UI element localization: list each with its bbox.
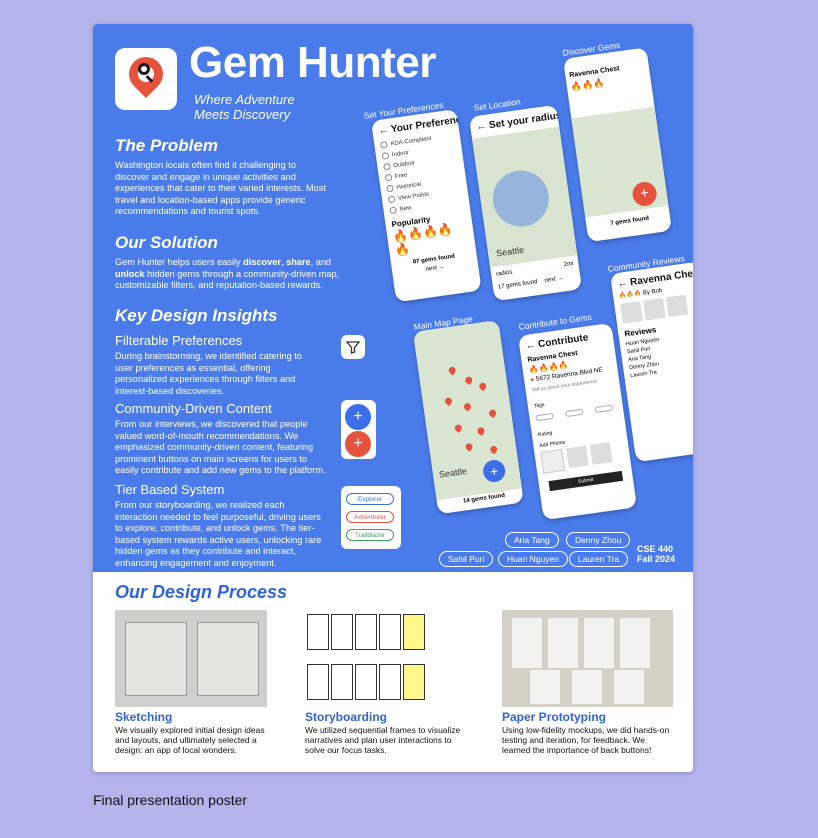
insight-body-filterable: During brainstorming, we identified cate… [115,351,302,396]
poster-header-panel: Gem Hunter Where Adventure Meets Discove… [93,24,693,572]
team-member: Aria Tang [505,532,559,548]
app-logo [115,48,177,110]
insight-title-community: Community-Driven Content [115,401,272,416]
paper-prototype-photo [502,610,673,707]
add-buttons-tile: + + [341,400,376,459]
team-member: Sahil Puri [439,551,494,567]
tier-badges-tile: Explorer Adventurer Trailblazer [341,486,401,549]
screen-main-map: Seattle + 14 gems found [413,320,524,515]
app-title: Gem Hunter [189,38,436,87]
storyboard-photo [305,610,433,707]
add-red-icon: + [345,431,371,457]
team-member: Huan Nguyen [498,551,568,567]
add-blue-icon: + [345,404,371,430]
problem-body: Washington locals often find it challeng… [115,160,326,216]
insight-body-community: From our interviews, we discovered that … [115,419,326,475]
insight-title-filterable: Filterable Preferences [115,333,243,348]
submit-button: Submit [548,470,624,492]
tier-trailblazer-badge: Trailblazer [346,529,394,541]
add-gem-icon: + [481,458,507,484]
next-button: next → [544,275,564,285]
poster-caption: Final presentation poster [93,792,248,808]
tier-explorer-badge: Explorer [346,493,394,505]
process-step-body: We utilized sequential frames to visuali… [305,725,461,755]
screen-discover: Ravenna Chest 🔥🔥🔥 + 7 gems found [563,47,672,243]
process-step-title: Paper Prototyping [502,710,607,724]
course-info: CSE 440 Fall 2024 [637,544,676,564]
filter-icon [345,341,361,354]
team-member: Lauren Tra [569,551,629,567]
process-step-body: We visually explored initial design idea… [115,725,265,755]
team-member: Denny Zhou [566,532,631,548]
problem-heading: The Problem [115,136,218,155]
tier-adventurer-badge: Adventurer [346,511,394,523]
sketching-photo [115,610,267,707]
process-heading: Our Design Process [115,582,288,602]
filter-icon-tile [341,335,365,359]
process-step-title: Storyboarding [305,710,388,724]
screen-preferences: ← Your Preferences ADA-Compliant Indoor … [371,109,482,303]
insight-body-tier: From our storyboarding, we realized each… [115,500,322,568]
screen-contribute: ← Contribute Ravenna Chest 🔥🔥🔥🔥 ● 5672 R… [518,322,637,521]
main-map: Seattle + [413,320,522,501]
insight-title-tier: Tier Based System [115,482,225,497]
magnifier-icon [138,63,150,75]
solution-body: Gem Hunter helps users easily discover, … [115,257,340,290]
process-step-title: Sketching [115,710,173,724]
process-step-body: Using low-fidelity mockups, we did hands… [502,725,670,755]
radius-map: Seattle [472,126,578,268]
screen-location: ← Set your radius Seattle radius 2mi 17 … [469,104,583,302]
poster: Gem Hunter Where Adventure Meets Discove… [93,24,693,772]
insights-heading: Key Design Insights [115,306,278,325]
solution-heading: Our Solution [115,233,218,252]
tagline: Where Adventure Meets Discovery [194,92,295,122]
